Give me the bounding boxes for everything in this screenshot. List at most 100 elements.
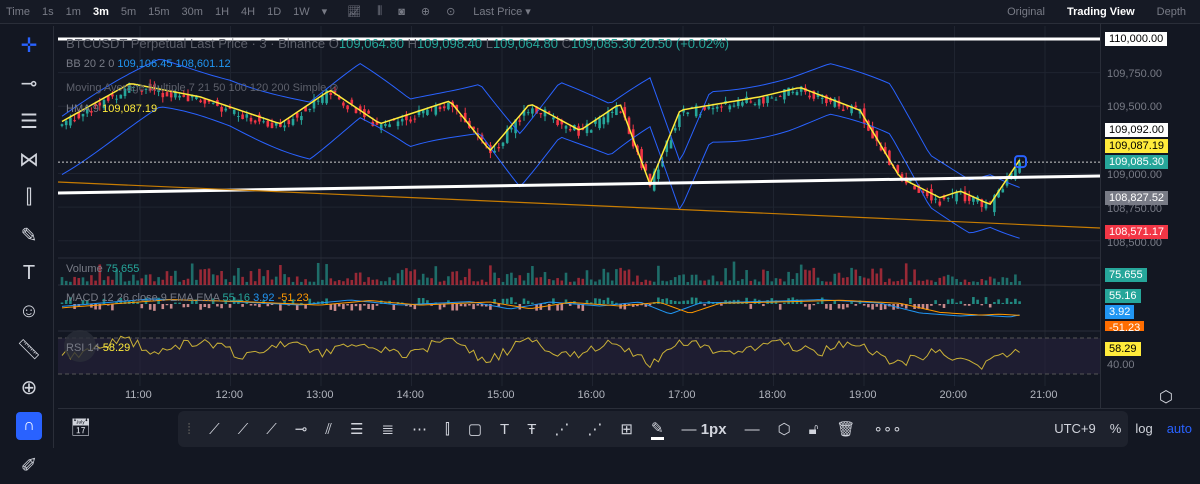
volume-bar [665, 281, 669, 285]
goto-date-icon[interactable]: 📅︎ [70, 418, 92, 438]
interval-30m[interactable]: 30m [182, 6, 203, 18]
view-depth[interactable]: Depth [1157, 6, 1186, 18]
unlock-icon[interactable]: 🔓︎ [809, 421, 819, 438]
chart-type-icon[interactable]: ⫼ [377, 5, 382, 18]
interval-4h[interactable]: 4H [241, 6, 255, 18]
macd-hist-bar [216, 304, 219, 307]
volume-bar [858, 276, 862, 285]
time-label: 16:00 [577, 389, 606, 401]
macd-hist-bar [207, 304, 211, 309]
macd-signal-value: -51.23 [277, 292, 309, 304]
drag-handle-icon[interactable]: ⁞ [187, 421, 191, 438]
volume-bar [526, 272, 530, 285]
settings-hex-icon[interactable]: ⬡ [778, 420, 791, 438]
volume-bar [489, 265, 492, 285]
price-label: 109,750.00 [1107, 68, 1163, 80]
volume-bar [472, 281, 475, 285]
zoom-in-icon[interactable]: ⊕ [4, 368, 54, 406]
time-label: 15:00 [487, 389, 515, 401]
settings-icon[interactable]: ⬡ [1159, 387, 1173, 407]
log-toggle[interactable]: log [1135, 421, 1152, 436]
add-icon[interactable]: ⊕ [421, 5, 430, 18]
pencil-icon[interactable]: ✎ [650, 419, 664, 440]
volume-bar [585, 270, 589, 285]
macd-hist-bar [837, 304, 841, 309]
price-source-select[interactable]: Last Price ▾ [473, 5, 531, 18]
candle [967, 195, 971, 201]
trend-line-icon[interactable]: ⟋ [209, 421, 220, 438]
text-icon[interactable]: T [4, 254, 54, 292]
volume-bar [102, 280, 106, 285]
volume-bar [606, 272, 610, 285]
parallel-channel-icon[interactable]: ⫽ [325, 421, 332, 438]
macd-hist-bar [350, 304, 354, 311]
more-icon[interactable]: ∘∘∘ [873, 420, 901, 438]
volume-bar [64, 280, 68, 285]
xabcd-pattern-icon[interactable]: ⋰ [554, 420, 569, 438]
camera-icon[interactable]: ◙ [398, 6, 405, 18]
interval-15m[interactable]: 15m [148, 6, 169, 18]
trash-icon[interactable]: 🗑︎ [836, 420, 855, 438]
volume-bar [879, 268, 883, 285]
rsi-legend[interactable]: RSI 14 58.29 [66, 342, 130, 354]
ruler-icon[interactable]: 📏︎ [4, 330, 54, 368]
interval-5m[interactable]: 5m [121, 6, 136, 18]
price-range-icon[interactable]: ⫿ [445, 421, 450, 438]
fib-channel-icon[interactable]: ≣ [381, 420, 394, 438]
volume-bar [430, 278, 433, 285]
fib-icon[interactable]: ☰ [4, 102, 54, 140]
trend-line-icon[interactable]: ⊸ [4, 64, 54, 102]
add-tools-icon[interactable]: ⊞ [620, 420, 633, 438]
view-original[interactable]: Original [1007, 6, 1045, 18]
extended-line-icon[interactable]: ⟋ [266, 421, 277, 438]
prediction-icon[interactable]: ⫿ [4, 178, 54, 216]
candle [715, 106, 719, 109]
view-trading-view[interactable]: Trading View [1067, 6, 1135, 18]
interval-1d[interactable]: 1D [267, 6, 281, 18]
chart-canvas[interactable] [58, 26, 1100, 386]
hma-legend[interactable]: HMA 9 109,087.19 [66, 103, 157, 115]
emoji-icon[interactable]: ☺ [4, 292, 54, 330]
interval-1w[interactable]: 1W [293, 6, 310, 18]
horizontal-line-icon[interactable]: ⊸ [295, 420, 308, 438]
pattern-icon[interactable]: ⋈ [4, 140, 54, 178]
auto-toggle[interactable]: auto [1167, 421, 1192, 436]
interval-3m[interactable]: 3m [93, 6, 109, 18]
abcd-pattern-icon[interactable]: ⋰ [587, 420, 602, 438]
fib-ext-icon[interactable]: ⋯ [412, 420, 427, 438]
interval-time[interactable]: Time [6, 6, 30, 18]
interval-1h[interactable]: 1H [215, 6, 229, 18]
macd-hist-bar [514, 302, 517, 304]
interval-1m[interactable]: 1m [66, 6, 81, 18]
volume-bar [136, 280, 139, 285]
volume-bar [623, 270, 627, 285]
percent-toggle[interactable]: % [1110, 421, 1122, 436]
line-width-select[interactable]: — 1px [682, 421, 727, 438]
target-icon[interactable]: ⊙ [446, 5, 455, 18]
ray-icon[interactable]: ⟋ [238, 421, 249, 438]
brush-icon[interactable]: ✎ [4, 216, 54, 254]
rectangle-icon[interactable]: ▢ [468, 420, 482, 438]
fib-icon[interactable]: ☰ [350, 420, 363, 438]
indicators-icon[interactable]: 📈︎ [347, 5, 361, 18]
magnet-icon[interactable]: ∩ [16, 412, 42, 440]
hidden-eye-icon[interactable]: ⊘ [329, 82, 338, 94]
pencil-lock-icon[interactable]: ✐ [4, 446, 54, 484]
macd-hist-bar [1005, 298, 1009, 304]
macd-hist-bar [875, 304, 879, 307]
volume-bar [556, 278, 559, 285]
bb-legend[interactable]: BB 20 2 0 109,106.45 108,601.12 [66, 58, 231, 70]
macd-hist-bar [997, 299, 1000, 304]
volume-legend[interactable]: Volume 75.655 [66, 263, 139, 275]
price-axis[interactable]: 109,750.00 109,500.00 109,000.00 108,750… [1100, 24, 1200, 408]
text-icon[interactable]: T [500, 421, 509, 438]
anchored-text-icon[interactable]: Ŧ [527, 421, 536, 438]
interval-1s[interactable]: 1s [42, 6, 54, 18]
ma-legend[interactable]: Moving Average Multiple 7 21 50 100 120 … [66, 81, 339, 94]
candle [774, 99, 778, 101]
timezone-button[interactable]: UTC+9 [1054, 421, 1096, 436]
more-intervals-icon[interactable]: ▾ [322, 5, 328, 18]
macd-legend[interactable]: MACD 12 26 close 9 EMA EMA 55.16 3.92 -5… [66, 292, 309, 304]
crosshair-icon[interactable]: ✛ [4, 26, 54, 64]
line-style-icon[interactable]: — [745, 421, 760, 438]
